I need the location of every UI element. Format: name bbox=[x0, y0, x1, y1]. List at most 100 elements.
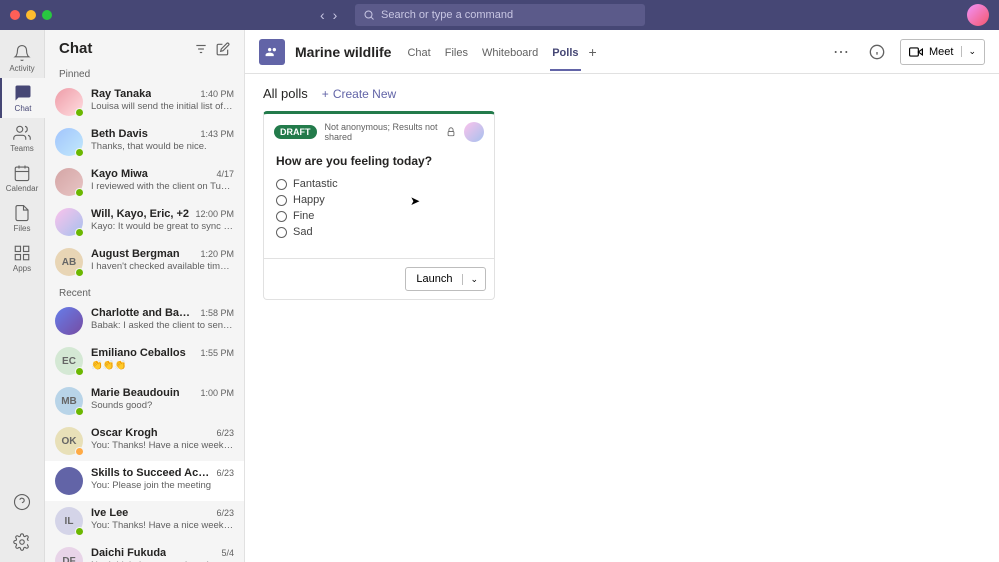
chat-item[interactable]: Beth Davis1:43 PM Thanks, that would be … bbox=[45, 122, 244, 162]
chat-preview: Kayo: It would be great to sync with... bbox=[91, 221, 234, 232]
presence-icon bbox=[75, 148, 84, 157]
launch-dropdown[interactable]: ⌄ bbox=[462, 274, 485, 285]
tab-polls[interactable]: Polls bbox=[552, 33, 578, 71]
chat-item[interactable]: Skills to Succeed Academy6/23 You: Pleas… bbox=[45, 461, 244, 501]
window-controls bbox=[10, 10, 52, 20]
close-window-icon[interactable] bbox=[10, 10, 20, 20]
tab-whiteboard[interactable]: Whiteboard bbox=[482, 33, 538, 71]
radio-icon bbox=[276, 179, 287, 190]
chat-time: 1:58 PM bbox=[200, 308, 234, 318]
poll-option[interactable]: Sad bbox=[276, 224, 482, 240]
apps-icon bbox=[13, 244, 31, 262]
title-bar: ‹ › Search or type a command bbox=[0, 0, 999, 30]
poll-options: FantasticHappyFineSad bbox=[264, 176, 494, 258]
chat-name: Ive Lee bbox=[91, 507, 128, 519]
compose-icon[interactable] bbox=[216, 42, 230, 56]
chat-time: 12:00 PM bbox=[195, 209, 234, 219]
meet-button[interactable]: Meet ⌄ bbox=[900, 39, 985, 65]
profile-avatar[interactable] bbox=[967, 4, 989, 26]
tab-chat[interactable]: Chat bbox=[407, 33, 430, 71]
chat-item[interactable]: IL Ive Lee6/23 You: Thanks! Have a nice … bbox=[45, 501, 244, 541]
back-button[interactable]: ‹ bbox=[320, 7, 325, 23]
gear-icon bbox=[13, 533, 31, 551]
chat-preview: You: Thanks! Have a nice weekend bbox=[91, 440, 234, 451]
search-icon bbox=[363, 9, 375, 21]
chat-time: 1:00 PM bbox=[200, 388, 234, 398]
forward-button[interactable]: › bbox=[333, 7, 338, 23]
help-icon bbox=[13, 493, 31, 511]
chat-time: 1:40 PM bbox=[200, 89, 234, 99]
filter-icon[interactable] bbox=[194, 42, 208, 56]
chat-name: Marie Beaudouin bbox=[91, 387, 180, 399]
chat-item[interactable]: OK Oscar Krogh 6/23 You: Thanks! Have a n… bbox=[45, 421, 244, 461]
content-header: Marine wildlife ChatFilesWhiteboardPolls… bbox=[245, 30, 999, 74]
avatar bbox=[55, 128, 83, 156]
bell-icon bbox=[13, 44, 31, 62]
rail-chat[interactable]: Chat bbox=[0, 78, 45, 118]
tab-files[interactable]: Files bbox=[445, 33, 468, 71]
avatar bbox=[55, 208, 83, 236]
tabs: Chat Files Whiteboard Polls bbox=[407, 33, 578, 71]
launch-button[interactable]: Launch ⌄ bbox=[405, 267, 486, 291]
poll-option[interactable]: Happy bbox=[276, 192, 482, 208]
chat-name: August Bergman bbox=[91, 248, 180, 260]
chat-list: Ray Tanaka1:40 PM Louisa will send the i… bbox=[45, 82, 244, 562]
rail-teams[interactable]: Teams bbox=[0, 118, 45, 158]
chat-time: 5/4 bbox=[221, 548, 234, 558]
chat-item[interactable]: EC Emiliano Ceballos1:55 PM 👏👏👏 bbox=[45, 341, 244, 381]
chat-name: Skills to Succeed Academy bbox=[91, 467, 212, 479]
avatar bbox=[55, 307, 83, 335]
rail-settings[interactable] bbox=[0, 522, 45, 562]
add-tab-button[interactable]: + bbox=[589, 44, 597, 60]
chat-item[interactable]: AB August Bergman1:20 PM I haven't check… bbox=[45, 242, 244, 282]
poll-option[interactable]: Fine bbox=[276, 208, 482, 224]
chat-time: 1:43 PM bbox=[200, 129, 234, 139]
avatar: MB bbox=[55, 387, 83, 415]
search-input[interactable]: Search or type a command bbox=[355, 4, 645, 26]
group-avatar bbox=[259, 39, 285, 65]
video-icon bbox=[909, 45, 923, 59]
poll-option[interactable]: Fantastic bbox=[276, 176, 482, 192]
info-button[interactable] bbox=[864, 39, 890, 65]
chat-item[interactable]: DF Daichi Fukuda5/4 No, I think there ar… bbox=[45, 541, 244, 562]
rail-files[interactable]: Files bbox=[0, 198, 45, 238]
radio-icon bbox=[276, 227, 287, 238]
chat-item[interactable]: Charlotte and Babak1:58 PM Babak: I aske… bbox=[45, 301, 244, 341]
more-options-button[interactable]: ⋯ bbox=[828, 39, 854, 65]
chat-item[interactable]: MB Marie Beaudouin1:00 PM Sounds good? bbox=[45, 381, 244, 421]
chat-icon bbox=[14, 84, 32, 102]
chat-name: Will, Kayo, Eric, +2 bbox=[91, 208, 189, 220]
chat-name: Oscar Krogh bbox=[91, 427, 158, 439]
chat-preview: I reviewed with the client on Tuesda... bbox=[91, 181, 234, 192]
presence-icon bbox=[75, 527, 84, 536]
rail-activity[interactable]: Activity bbox=[0, 38, 45, 78]
chat-time: 4/17 bbox=[216, 169, 234, 179]
create-new-button[interactable]: + Create New bbox=[322, 87, 396, 101]
polls-area: All polls + Create New DRAFT Not anonymo… bbox=[245, 74, 999, 562]
avatar: EC bbox=[55, 347, 83, 375]
rail-calendar[interactable]: Calendar bbox=[0, 158, 45, 198]
radio-icon bbox=[276, 211, 287, 222]
lock-icon bbox=[446, 127, 456, 137]
polls-title: All polls bbox=[263, 86, 308, 101]
chat-item[interactable]: Kayo Miwa4/17 I reviewed with the client… bbox=[45, 162, 244, 202]
plus-icon: + bbox=[322, 87, 329, 101]
avatar: OK bbox=[55, 427, 83, 455]
chat-name: Charlotte and Babak bbox=[91, 307, 196, 319]
rail-help[interactable] bbox=[0, 482, 45, 522]
chat-item[interactable]: Will, Kayo, Eric, +2 12:00 PM Kayo: It wo… bbox=[45, 202, 244, 242]
rail-apps[interactable]: Apps bbox=[0, 238, 45, 278]
chat-time: 6/23 bbox=[216, 428, 234, 438]
chat-item[interactable]: Ray Tanaka1:40 PM Louisa will send the i… bbox=[45, 82, 244, 122]
chat-panel-title: Chat bbox=[59, 40, 186, 57]
people-icon bbox=[265, 45, 279, 59]
avatar: AB bbox=[55, 248, 83, 276]
calendar-icon bbox=[13, 164, 31, 182]
chat-name: Beth Davis bbox=[91, 128, 148, 140]
content-area: Marine wildlife ChatFilesWhiteboardPolls… bbox=[245, 30, 999, 562]
polls-header: All polls + Create New bbox=[263, 86, 981, 101]
maximize-window-icon[interactable] bbox=[42, 10, 52, 20]
minimize-window-icon[interactable] bbox=[26, 10, 36, 20]
meet-dropdown[interactable]: ⌄ bbox=[961, 46, 976, 57]
radio-icon bbox=[276, 195, 287, 206]
